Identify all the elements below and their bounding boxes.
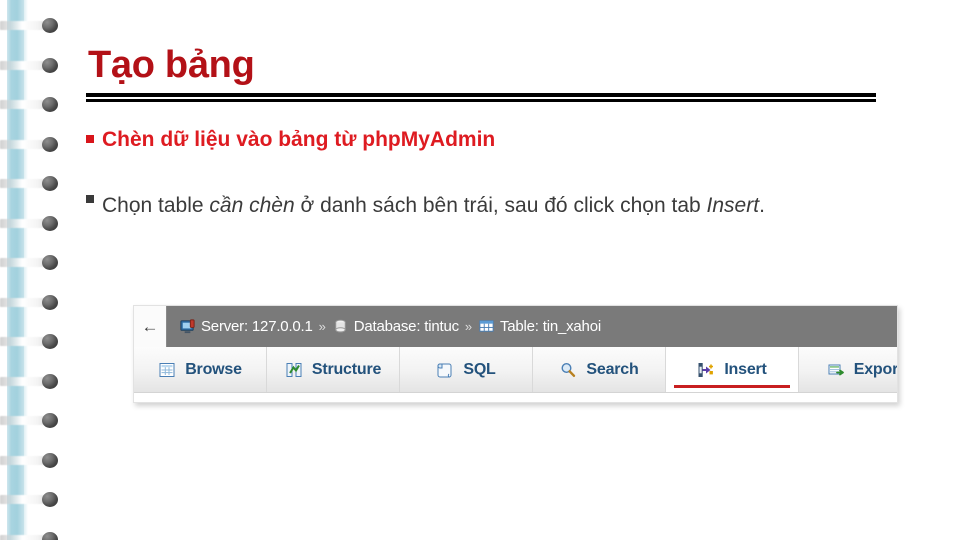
bullet-item-1: Chèn dữ liệu vào bảng từ phpMyAdmin [86,126,495,154]
browse-grid-icon [158,361,176,379]
tab-structure[interactable]: Structure [267,347,400,392]
binding-ring-knob [42,413,58,428]
tab-label: SQL [463,360,496,378]
insert-row-icon [697,361,715,379]
square-bullet-icon [86,135,94,143]
breadcrumb-separator: » [464,319,472,334]
bullet-2-text-italic-b: Insert [706,194,760,217]
page-title: Tạo bảng [88,44,255,86]
bullet-2-text-plain-d: . [759,194,765,217]
bullet-2-text-plain-b: ở danh sách bên trái, sau đó click chọn [294,194,666,217]
bullet-2-text-plain-c: tab [671,194,707,217]
tab-bar: Browse Structure SQL Search Insert Export [134,347,897,393]
export-arrow-icon [827,361,845,379]
binding-ring-knob [42,57,58,73]
active-tab-underline [674,385,790,388]
tab-label: Export [853,360,898,378]
binding-ring-knob [42,176,58,191]
tab-export[interactable]: Export [799,347,898,392]
binding-ring-knob [42,492,58,507]
table-icon [478,318,495,335]
binding-ring-knob [42,97,58,112]
breadcrumb-item[interactable]: Table: tin_xahoi [478,318,601,335]
structure-icon [285,361,303,379]
search-magnifier-icon [559,361,577,379]
breadcrumb-separator: » [318,319,326,334]
binding-ring-knob [42,373,58,389]
title-divider [86,93,876,102]
breadcrumb-item-label: Database: tintuc [353,318,459,335]
title-divider-line-bottom [86,99,876,102]
server-icon [179,318,196,335]
bullet-2-text: Chọn table cần chèn ở danh sách bên trái… [102,186,765,226]
binding-ring-knob [42,531,58,540]
sql-scroll-icon [436,361,454,379]
breadcrumb: Server: 127.0.0.1 » Database: tintuc » Table… [167,318,601,335]
tab-sql[interactable]: SQL [400,347,533,392]
tab-label: Structure [311,360,382,378]
breadcrumb-item[interactable]: Database: tintuc [332,318,459,335]
content-area [134,393,897,402]
bullet-item-2: Chọn table cần chèn ở danh sách bên trái… [86,186,876,226]
binding-ring-knob [42,215,58,231]
bullet-2-text-italic-a: cần chèn [209,194,295,217]
slide-content: Tạo bảng Chèn dữ liệu vào bảng từ phpMyA… [86,0,960,540]
square-bullet-icon [86,195,94,203]
database-icon [332,318,349,335]
back-arrow-icon[interactable]: ← [134,306,167,347]
bullet-2-text-plain-a: Chọn table [102,194,210,217]
binding-ring-knob [42,136,58,152]
spiral-binding [0,0,86,540]
binding-ring-knob [42,452,58,468]
binding-ring-knob [42,334,58,349]
breadcrumb-item-label: Table: tin_xahoi [499,318,601,335]
tab-search[interactable]: Search [533,347,666,392]
phpmyadmin-screenshot: ← Server: 127.0.0.1 » Database: tintuc » Tab… [133,305,898,403]
binding-ring-knob [42,18,58,33]
tab-browse[interactable]: Browse [134,347,267,392]
back-arrow-glyph: ← [141,317,159,336]
breadcrumb-item[interactable]: Server: 127.0.0.1 [179,318,313,335]
binding-ring-knob [42,294,58,310]
slide-canvas: Tạo bảng Chèn dữ liệu vào bảng từ phpMyA… [0,0,960,540]
tab-label: Insert [724,360,767,378]
tab-insert[interactable]: Insert [666,347,799,392]
bullet-1-text: Chèn dữ liệu vào bảng từ phpMyAdmin [102,128,496,151]
binding-ring-knob [42,255,58,270]
tab-label: Browse [185,360,242,378]
tab-label: Search [586,360,639,378]
breadcrumb-item-label: Server: 127.0.0.1 [201,318,313,335]
breadcrumb-bar: ← Server: 127.0.0.1 » Database: tintuc » Tab… [134,306,897,347]
